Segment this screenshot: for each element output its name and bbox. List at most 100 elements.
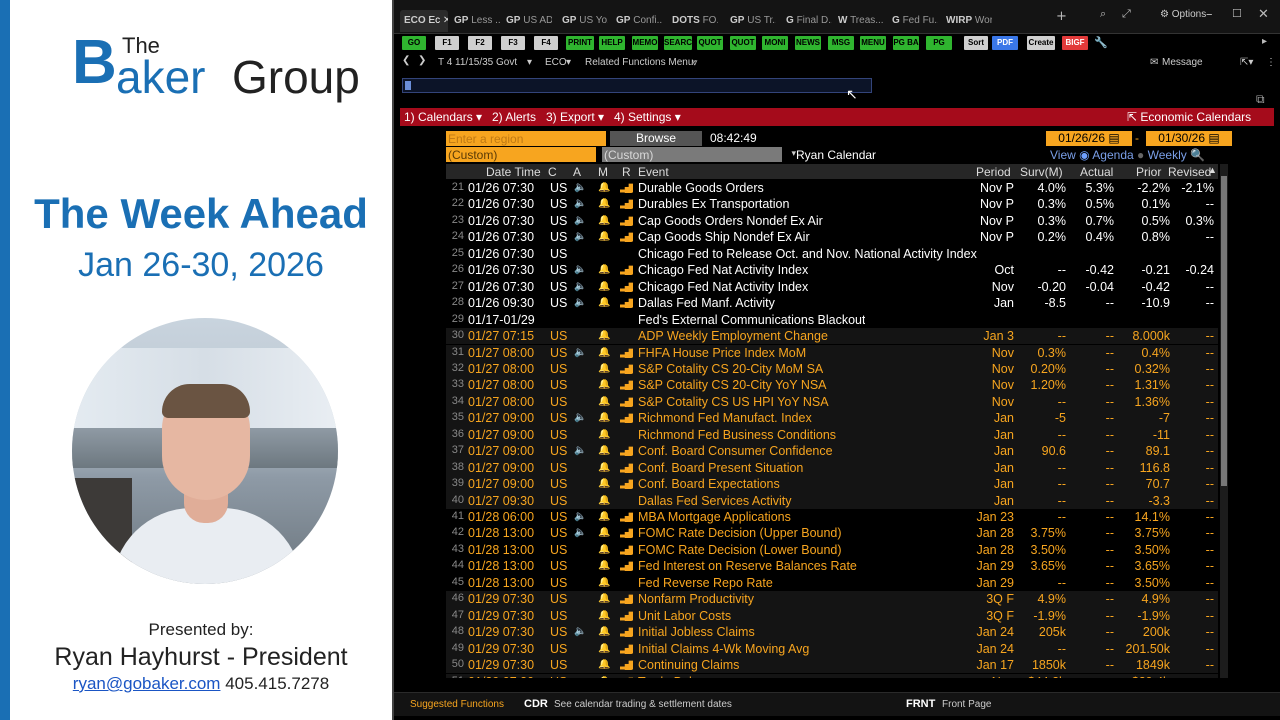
close-tab-icon[interactable]: ✕ (440, 15, 448, 26)
row-event[interactable]: Conf. Board Present Situation (638, 461, 803, 475)
sort-up-icon[interactable]: ▲ (1208, 165, 1217, 175)
table-row[interactable]: 43 01/28 13:00 US FOMC Rate Decision (Lower… (446, 542, 1218, 558)
audio-icon[interactable]: 🔈 (574, 626, 586, 637)
table-row[interactable]: 24 01/26 07:30 US Cap Goods Ship Nondef Ex … (446, 229, 1218, 245)
col-period[interactable]: Period (976, 165, 1011, 179)
row-event[interactable]: Dallas Fed Services Activity (638, 494, 792, 508)
fkey-button-15[interactable]: PG BA (893, 36, 919, 50)
alert-bell-icon[interactable]: 🔔 (598, 495, 610, 506)
share-icon[interactable]: ⇱▾ (1240, 57, 1253, 68)
alert-bell-icon[interactable]: 🔔 (598, 198, 610, 209)
alert-bell-icon[interactable]: 🔔 (598, 281, 610, 292)
row-event[interactable]: Initial Jobless Claims (638, 625, 755, 639)
search-icon[interactable]: ⌕ (1100, 7, 1106, 21)
fkey-button-11[interactable]: MONI (762, 36, 788, 50)
audio-icon[interactable]: 🔈 (574, 264, 586, 275)
table-row[interactable]: 26 01/26 07:30 US Chicago Fed Nat Activity … (446, 262, 1218, 278)
tab-1[interactable]: GP Less ... (450, 10, 500, 32)
alert-bell-icon[interactable]: 🔔 (598, 676, 610, 679)
fkey-button-12[interactable]: NEWS (795, 36, 821, 50)
alert-bell-icon[interactable]: 🔔 (598, 577, 610, 588)
alert-bell-icon[interactable]: 🔔 (598, 231, 610, 242)
fkey-button-9[interactable]: QUOT (697, 36, 723, 50)
table-row[interactable]: 48 01/29 07:30 US Initial Jobless Claims Jan… (446, 624, 1218, 641)
frnt-code[interactable]: FRNT (906, 698, 935, 710)
table-row[interactable]: 44 01/28 13:00 US Fed Interest on Reserve B… (446, 558, 1218, 574)
minimize-button[interactable]: – (1206, 7, 1213, 22)
fkey-button-1[interactable]: F1 (435, 36, 459, 50)
alert-bell-icon[interactable]: 🔔 (598, 297, 610, 308)
close-button[interactable]: ✕ (1258, 7, 1269, 22)
audio-icon[interactable]: 🔈 (574, 445, 586, 456)
security-dropdown-icon[interactable]: ▾ (527, 57, 532, 68)
scroll-thumb[interactable] (1221, 176, 1227, 486)
alert-bell-icon[interactable]: 🔔 (598, 396, 610, 407)
col-event[interactable]: Event (638, 165, 669, 179)
message-button[interactable]: Message (1162, 57, 1203, 68)
agenda-radio-icon[interactable]: ◉ (1079, 148, 1089, 162)
options-button[interactable]: ⚙ Options (1160, 9, 1206, 20)
table-row[interactable]: 21 01/26 07:30 US Durable Goods Orders Nov P… (446, 180, 1218, 196)
row-event[interactable]: FHFA House Price Index MoM (638, 346, 806, 360)
alert-bell-icon[interactable]: 🔔 (598, 593, 610, 604)
col-datetime[interactable]: Date Time (486, 165, 541, 179)
row-event[interactable]: Initial Claims 4-Wk Moving Avg (638, 642, 809, 656)
forward-icon[interactable]: ❯ (418, 55, 426, 66)
table-row[interactable]: 30 01/27 07:15 US ADP Weekly Employment Cha… (446, 328, 1218, 345)
row-event[interactable]: Richmond Fed Business Conditions (638, 428, 836, 442)
table-row[interactable]: 25 01/26 07:30 US Chicago Fed to Release Oc… (446, 246, 1218, 262)
region-select[interactable]: (Custom)▾ (446, 147, 608, 162)
menu-alerts[interactable]: 2) Alerts (492, 110, 536, 124)
tab-2[interactable]: GP US AD... (502, 10, 552, 32)
table-row[interactable]: 33 01/27 08:00 US S&P Cotality CS 20-City Y… (446, 377, 1218, 394)
region-input[interactable]: Enter a region (446, 131, 606, 146)
tab-8[interactable]: W Treas... (834, 10, 884, 32)
table-row[interactable]: 36 01/27 09:00 US Richmond Fed Business Con… (446, 426, 1218, 444)
message-icon[interactable]: ✉ (1150, 57, 1158, 68)
table-row[interactable]: 22 01/26 07:30 US Durables Ex Transportatio… (446, 196, 1218, 212)
related-functions-menu[interactable]: Related Functions Menu (585, 57, 693, 68)
popout-icon[interactable]: ⧉ (1256, 92, 1265, 107)
fkey-button-3[interactable]: F3 (501, 36, 525, 50)
fkey-button-17[interactable]: Sort (964, 36, 988, 50)
email-link[interactable]: ryan@gobaker.com (73, 674, 221, 693)
fkey-button-10[interactable]: QUOT (730, 36, 756, 50)
fkey-button-19[interactable]: Create (1027, 36, 1055, 50)
col-actual[interactable]: Actual (1080, 165, 1113, 179)
alert-bell-icon[interactable]: 🔔 (598, 462, 610, 473)
table-row[interactable]: 50 01/29 07:30 US Continuing Claims Jan 17 18… (446, 657, 1218, 674)
tab-3[interactable]: GP US Yo... (558, 10, 608, 32)
alert-bell-icon[interactable]: 🔔 (598, 626, 610, 637)
command-line-input[interactable] (402, 78, 872, 93)
calendar-icon[interactable]: ▤ (1208, 131, 1219, 145)
audio-icon[interactable]: 🔈 (574, 198, 586, 209)
row-event[interactable]: S&P Cotality CS 20-City YoY NSA (638, 378, 827, 392)
table-row[interactable]: 23 01/26 07:30 US Cap Goods Orders Nondef E… (446, 213, 1218, 229)
row-event[interactable]: MBA Mortgage Applications (638, 510, 791, 524)
table-row[interactable]: 46 01/29 07:30 US Nonfarm Productivity 3Q F4… (446, 591, 1218, 608)
fkey-button-2[interactable]: F2 (468, 36, 492, 50)
audio-icon[interactable]: 🔈 (574, 511, 586, 522)
row-event[interactable]: Conf. Board Expectations (638, 477, 780, 491)
tab-10[interactable]: WIRP Wor... (942, 10, 992, 32)
alert-bell-icon[interactable]: 🔔 (598, 445, 610, 456)
table-row[interactable]: 47 01/29 07:30 US Unit Labor Costs 3Q F -1.9%… (446, 607, 1218, 625)
alert-bell-icon[interactable]: 🔔 (598, 527, 610, 538)
table-row[interactable]: 39 01/27 09:00 US Conf. Board Expectations J… (446, 476, 1218, 493)
browse-button[interactable]: Browse (610, 131, 702, 146)
calendar-select[interactable]: (Custom) ▾ (602, 147, 796, 162)
row-event[interactable]: Trade Balance (638, 675, 719, 679)
audio-icon[interactable]: 🔈 (574, 182, 586, 193)
table-row[interactable]: 5101/29 07:30USTrade BalanceNov-$44.2b--… (446, 673, 1218, 679)
eco-selector[interactable]: ECO (545, 57, 567, 68)
alert-bell-icon[interactable]: 🔔 (598, 264, 610, 275)
end-date-input[interactable]: 01/30/26 ▤ (1146, 131, 1232, 146)
row-event[interactable]: Nonfarm Productivity (638, 592, 754, 606)
fkey-button-0[interactable]: GO (402, 36, 426, 50)
scrollbar[interactable] (1220, 164, 1228, 678)
security-selector[interactable]: T 4 11/15/35 Govt (438, 57, 517, 68)
weekly-option[interactable]: Weekly (1148, 148, 1187, 162)
alert-bell-icon[interactable]: 🔔 (598, 544, 610, 555)
table-row[interactable]: 34 01/27 08:00 US S&P Cotality CS US HPI Yo… (446, 393, 1218, 411)
row-event[interactable]: FOMC Rate Decision (Lower Bound) (638, 543, 842, 557)
